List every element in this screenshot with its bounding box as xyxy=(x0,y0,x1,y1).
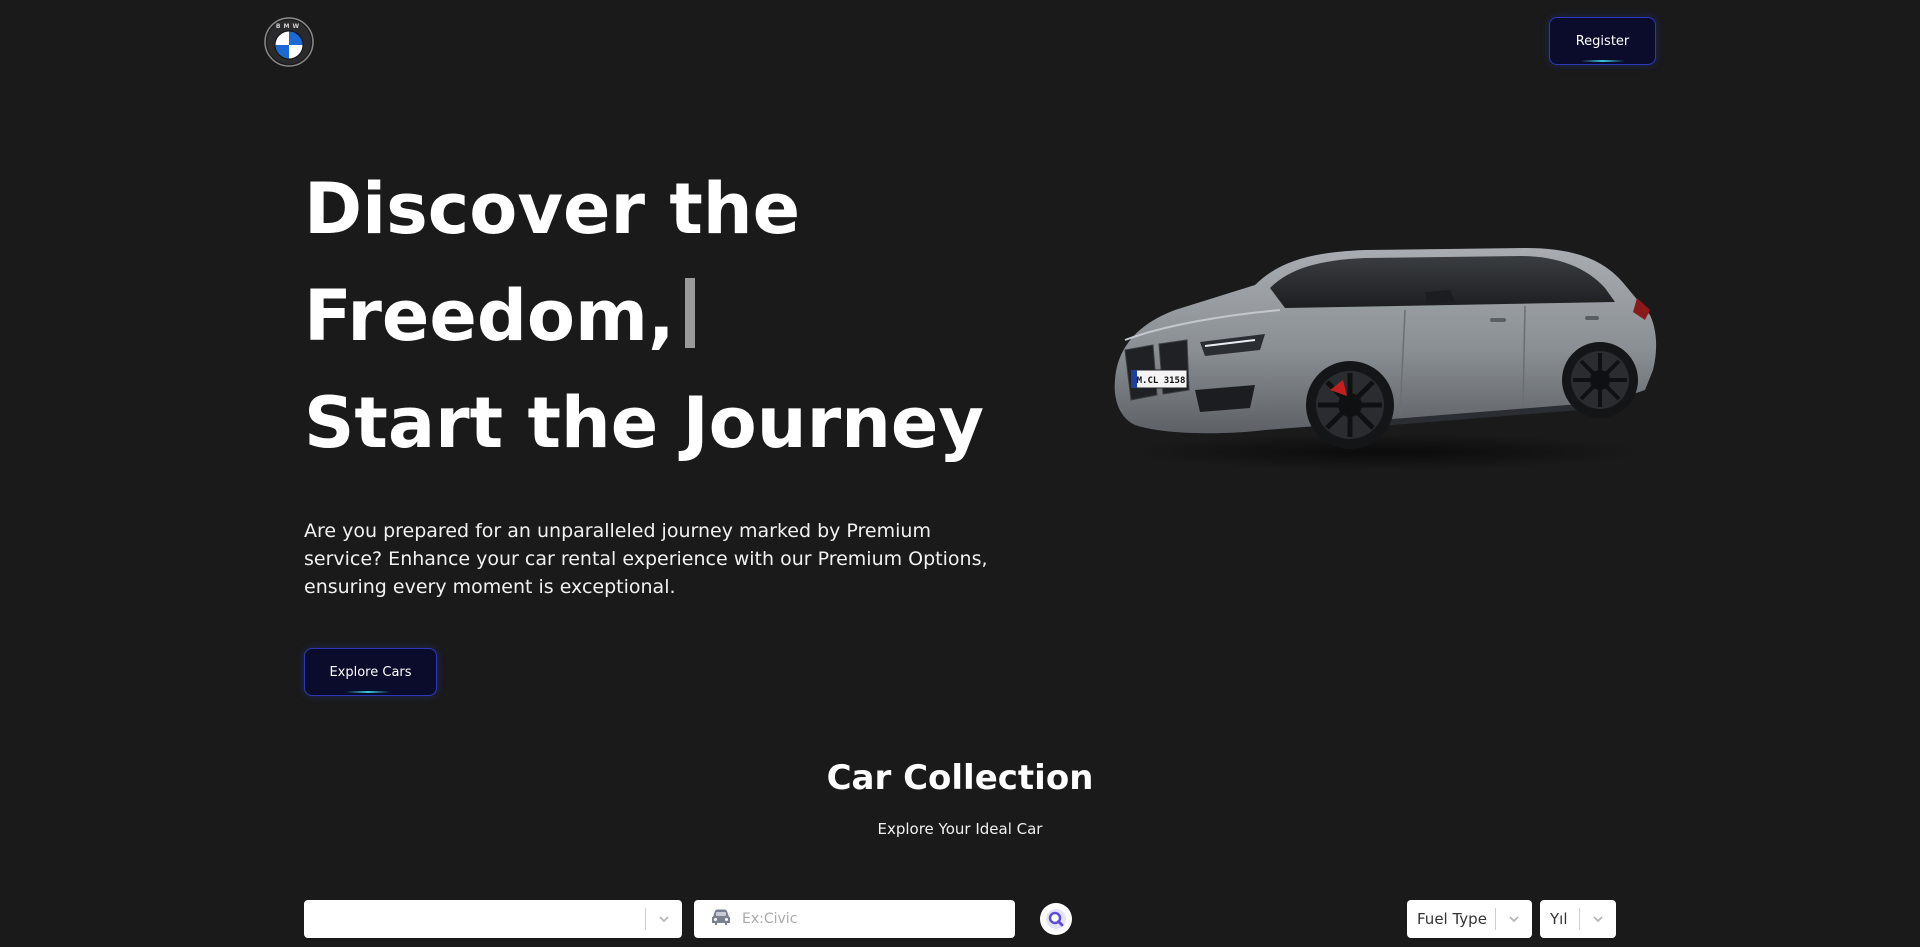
hero-title-line-3: Start the Journey xyxy=(304,382,985,464)
register-label: Register xyxy=(1575,33,1630,49)
manufacturer-select[interactable] xyxy=(304,900,682,938)
hero-title-line-2: Freedom, xyxy=(304,263,1004,370)
magnifier-icon xyxy=(1046,909,1066,929)
logo-letters: BMW xyxy=(276,23,302,30)
collection-subtitle: Explore Your Ideal Car xyxy=(877,820,1043,838)
model-input[interactable] xyxy=(742,911,1002,927)
button-glow xyxy=(1580,60,1625,62)
explore-cars-label: Explore Cars xyxy=(329,664,412,680)
search-button[interactable] xyxy=(1040,903,1072,935)
button-glow xyxy=(345,691,390,693)
hero-car-image: M.CL 3158 xyxy=(1105,230,1660,475)
chevron-down-icon[interactable] xyxy=(1496,900,1532,938)
model-search-field[interactable] xyxy=(694,900,1015,938)
register-button[interactable]: Register xyxy=(1549,17,1656,65)
fuel-type-select[interactable]: Fuel Type xyxy=(1407,900,1532,938)
fuel-type-label: Fuel Type xyxy=(1417,910,1487,928)
license-plate: M.CL 3158 xyxy=(1137,376,1186,386)
bmw-logo-icon[interactable]: BMW xyxy=(264,17,314,67)
hero-title: Discover the Freedom, Start the Journey xyxy=(304,156,1004,477)
chevron-down-icon[interactable] xyxy=(646,900,682,938)
collection-title: Car Collection xyxy=(826,758,1094,798)
explore-cars-button[interactable]: Explore Cars xyxy=(304,648,437,696)
hero-title-line-2-text: Freedom, xyxy=(304,275,675,357)
typing-cursor xyxy=(684,278,695,348)
hero-description: Are you prepared for an unparalleled jou… xyxy=(304,520,988,598)
hero-title-line-1: Discover the xyxy=(304,168,801,250)
car-icon xyxy=(710,908,732,930)
chevron-down-icon[interactable] xyxy=(1580,900,1616,938)
year-select[interactable]: Yıl xyxy=(1540,900,1616,938)
year-label: Yıl xyxy=(1550,910,1568,928)
